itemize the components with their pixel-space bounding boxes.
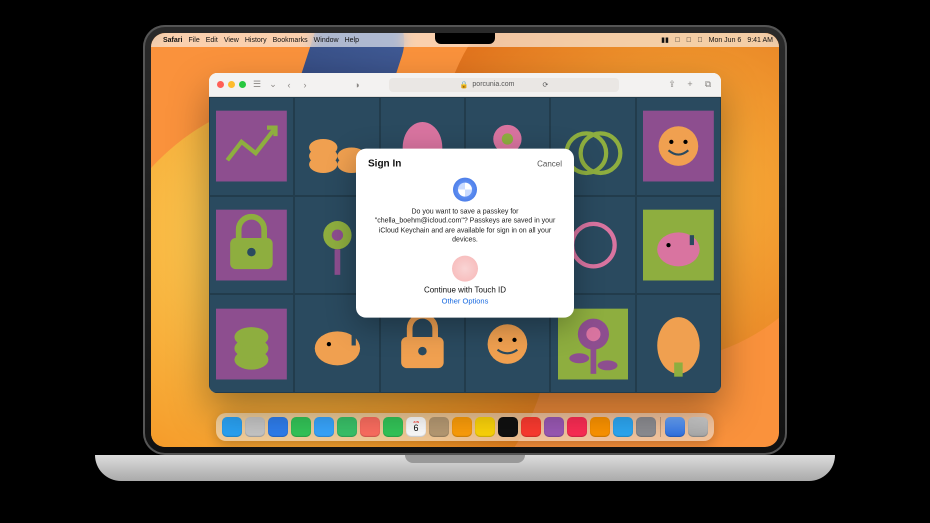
forward-button[interactable]: › (300, 80, 310, 90)
control-center-icon[interactable]: 􀜊 (697, 37, 702, 44)
safari-toolbar: ☰ ⌄ ‹ › ◑ 🔒 porcunia.com ⟳ ⇪ + ⧉ (209, 73, 721, 97)
menubar-item[interactable]: View (224, 37, 239, 44)
other-options-link[interactable]: Other Options (368, 296, 562, 305)
dock-books[interactable] (590, 417, 610, 437)
lock-icon: 🔒 (460, 81, 469, 89)
dock-podcasts[interactable] (544, 417, 564, 437)
dock-downloads[interactable] (665, 417, 685, 437)
menubar-date[interactable]: Mon Jun 6 (709, 37, 742, 44)
minimize-button[interactable] (228, 81, 235, 88)
touchid-label: Continue with Touch ID (368, 285, 562, 294)
dock-finder[interactable] (222, 417, 242, 437)
dock-facetime[interactable] (383, 417, 403, 437)
tile (636, 97, 721, 196)
reload-icon[interactable]: ⟳ (542, 81, 548, 89)
maximize-button[interactable] (239, 81, 246, 88)
tabs-icon[interactable]: ⧉ (703, 79, 713, 90)
menubar-item[interactable]: Bookmarks (273, 37, 308, 44)
address-url: porcunia.com (472, 81, 514, 88)
display-notch (435, 33, 495, 44)
dock-messages[interactable] (291, 417, 311, 437)
menubar-item[interactable]: Window (314, 37, 339, 44)
tile (209, 294, 294, 393)
tile (636, 196, 721, 295)
window-controls (217, 81, 246, 88)
dock-safari[interactable] (268, 417, 288, 437)
menubar-item[interactable]: History (245, 37, 267, 44)
dialog-title: Sign In (368, 159, 401, 170)
add-tab-button[interactable]: + (685, 79, 695, 90)
cancel-button[interactable]: Cancel (537, 160, 562, 169)
shield-icon[interactable]: ◑ (352, 80, 362, 90)
dock-tv[interactable] (498, 417, 518, 437)
back-button[interactable]: ‹ (284, 80, 294, 90)
menubar-item[interactable]: Help (345, 37, 359, 44)
close-button[interactable] (217, 81, 224, 88)
chevron-down-icon[interactable]: ⌄ (268, 79, 278, 90)
dock: JUN6 (216, 413, 714, 441)
dock-mail[interactable] (314, 417, 334, 437)
dock-launchpad[interactable] (245, 417, 265, 437)
dock-music[interactable] (521, 417, 541, 437)
menubar-app[interactable]: Safari (163, 37, 182, 44)
dock-calendar[interactable]: JUN6 (406, 417, 426, 437)
laptop-base (95, 455, 835, 481)
sidebar-icon[interactable]: ☰ (252, 79, 262, 90)
search-icon[interactable]: 􀊫 (686, 37, 691, 44)
tile (636, 294, 721, 393)
menubar-item[interactable]: File (188, 37, 199, 44)
laptop-frame: Safari File Edit View History Bookmarks … (143, 25, 787, 455)
passkey-dialog: Sign In Cancel Do you want to save a pas… (356, 149, 574, 318)
dock-maps[interactable] (337, 417, 357, 437)
dock-separator (660, 417, 661, 437)
menubar-item[interactable]: Edit (206, 37, 218, 44)
wifi-icon[interactable]: 􀙇 (675, 37, 680, 44)
dock-notes[interactable] (475, 417, 495, 437)
dock-news[interactable] (567, 417, 587, 437)
dock-appstore[interactable] (613, 417, 633, 437)
dock-reminders[interactable] (452, 417, 472, 437)
share-icon[interactable]: ⇪ (667, 79, 677, 90)
touchid-icon[interactable] (452, 255, 478, 281)
dock-contacts[interactable] (429, 417, 449, 437)
menubar-time[interactable]: 9:41 AM (747, 37, 773, 44)
tile (209, 97, 294, 196)
dock-trash[interactable] (688, 417, 708, 437)
dialog-body: Do you want to save a passkey for "chell… (368, 208, 562, 246)
safari-icon (453, 178, 477, 202)
dock-photos[interactable] (360, 417, 380, 437)
desktop: Safari File Edit View History Bookmarks … (151, 33, 779, 447)
dock-settings[interactable] (636, 417, 656, 437)
address-bar[interactable]: 🔒 porcunia.com ⟳ (389, 78, 619, 92)
safari-window: ☰ ⌄ ‹ › ◑ 🔒 porcunia.com ⟳ ⇪ + ⧉ (209, 73, 721, 393)
tile (209, 196, 294, 295)
battery-icon[interactable]: ▮▮ (661, 36, 669, 44)
